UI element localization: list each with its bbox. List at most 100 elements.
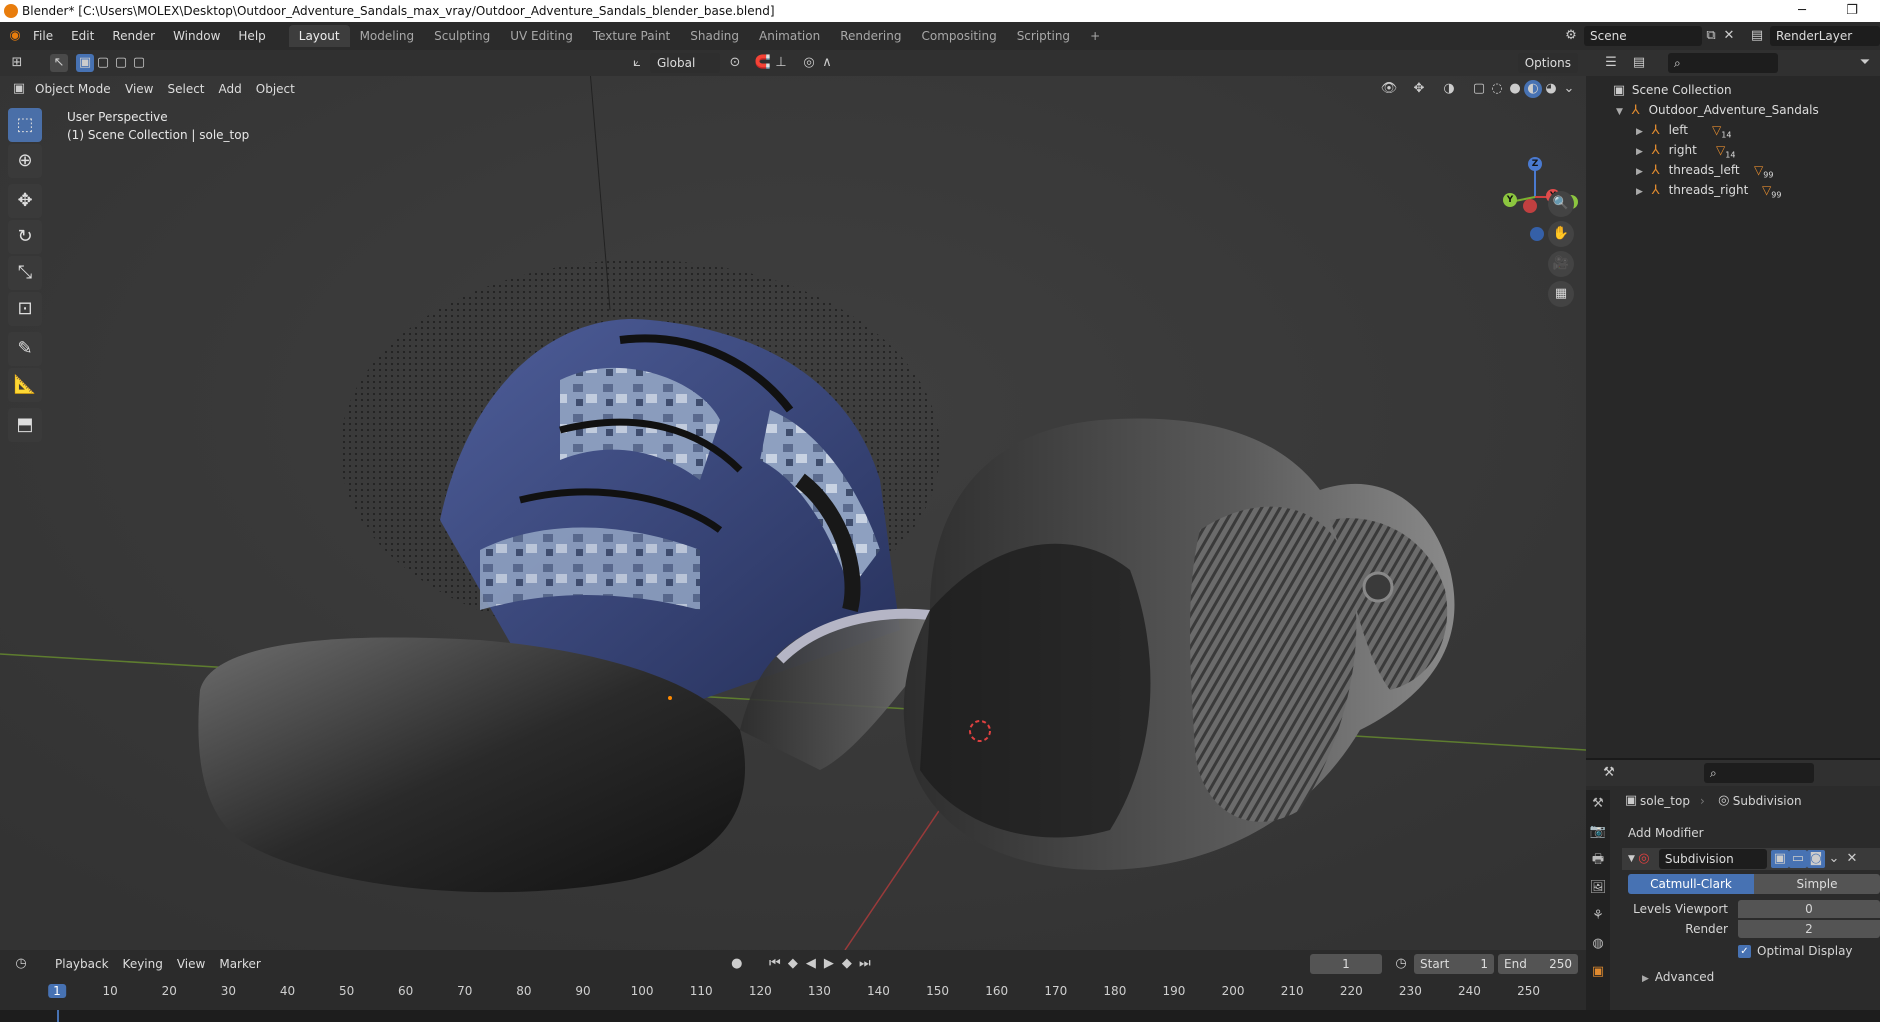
pan-hand-icon[interactable]: ✋ xyxy=(1548,221,1574,247)
measure-tool-icon[interactable]: 📐 xyxy=(8,368,42,402)
proportional-edit-icon[interactable]: ◎ xyxy=(800,54,818,72)
viewport-scene[interactable] xyxy=(0,50,1586,950)
select-tool-icon[interactable]: ↖ xyxy=(50,54,68,72)
rotate-tool-icon[interactable]: ↻ xyxy=(8,220,42,254)
3d-viewport[interactable]: ⊞ ↖ ▣ ▢ ▢ ▢ ⟀ Global ⊙ 🧲 ⊥ ◎ ∧ Options ▣… xyxy=(0,50,1586,950)
delete-scene-icon[interactable]: ✕ xyxy=(1720,27,1738,45)
next-keyframe-icon[interactable]: ◆ xyxy=(838,955,856,973)
transform-orientation-dropdown[interactable]: Global xyxy=(650,53,720,73)
snap-target-icon[interactable]: ⊥ xyxy=(772,54,790,72)
tab-modeling[interactable]: Modeling xyxy=(350,25,425,47)
move-tool-icon[interactable]: ✥ xyxy=(8,184,42,218)
frame-ruler[interactable]: 1 10 20 30 40 50 60 70 80 90 100 110 120 130 140 150 160… xyxy=(0,984,1586,1004)
timeline-editor-icon[interactable]: ◷ xyxy=(12,955,30,973)
collapse-arrow-icon[interactable]: ▶ xyxy=(1636,167,1643,177)
gizmo-neg-z-dot[interactable] xyxy=(1530,227,1544,241)
menu-window[interactable]: Window xyxy=(164,22,229,50)
gizmo-y-axis[interactable]: Y xyxy=(1503,193,1517,207)
render-tab-icon[interactable]: 📷 xyxy=(1586,818,1610,846)
xray-icon[interactable]: ▢ xyxy=(1470,80,1488,98)
outliner-item-threads-left[interactable]: ▶ ⅄ threads_left ▽99 xyxy=(1586,160,1880,180)
tab-shading[interactable]: Shading xyxy=(680,25,749,47)
jump-start-icon[interactable]: ⏮ xyxy=(766,955,784,973)
outliner-editor-icon[interactable]: ☰ xyxy=(1602,54,1620,72)
editmode-toggle-icon[interactable]: ▣ xyxy=(1770,850,1789,868)
blender-menu-icon[interactable]: ◉ xyxy=(6,27,24,45)
pivot-point-icon[interactable]: ⊙ xyxy=(726,54,744,72)
shading-rendered-icon[interactable]: ◕ xyxy=(1542,80,1560,98)
properties-search-field[interactable]: ⌕ xyxy=(1704,763,1814,783)
view-layer-icon[interactable]: ▤ xyxy=(1748,27,1766,45)
preview-range-icon[interactable]: ◷ xyxy=(1392,955,1410,973)
advanced-expand-icon[interactable]: ▶ xyxy=(1642,974,1649,984)
current-frame-field[interactable]: 1 xyxy=(1310,954,1382,974)
tool-tab-icon[interactable]: ⚒ xyxy=(1586,790,1610,818)
outliner-scene-collection[interactable]: ▣ Scene Collection xyxy=(1586,80,1880,100)
shading-options-icon[interactable]: ⌄ xyxy=(1560,80,1578,98)
mode-dropdown[interactable]: Object Mode xyxy=(28,79,118,99)
camera-view-icon[interactable]: 🎥 xyxy=(1548,251,1574,277)
remove-modifier-icon[interactable]: ✕ xyxy=(1843,850,1861,868)
expand-arrow-icon[interactable]: ▼ xyxy=(1616,107,1623,117)
properties-editor-icon[interactable]: ⚒ xyxy=(1600,764,1618,782)
outliner-collection[interactable]: ▼ ⅄ Outdoor_Adventure_Sandals xyxy=(1586,100,1880,120)
shading-wireframe-icon[interactable]: ◌ xyxy=(1488,80,1506,98)
visibility-icon[interactable]: 👁 xyxy=(1380,80,1398,98)
select-extend-icon[interactable]: ▢ xyxy=(94,54,112,72)
advanced-subpanel[interactable]: ▶ Advanced xyxy=(1642,970,1714,984)
timeline-menu-marker[interactable]: Marker xyxy=(212,954,267,974)
perspective-grid-icon[interactable]: ▦ xyxy=(1548,281,1574,307)
gizmo-z-axis[interactable]: Z xyxy=(1528,157,1542,171)
overlay-toggle-icon[interactable]: ◑ xyxy=(1440,80,1458,98)
outliner-item-left[interactable]: ▶ ⅄ left ▽14 xyxy=(1586,120,1880,140)
output-tab-icon[interactable]: 🖶 xyxy=(1586,846,1610,874)
options-dropdown[interactable]: Options xyxy=(1517,53,1578,73)
transform-tool-icon[interactable]: ⊡ xyxy=(8,292,42,326)
record-icon[interactable]: ● xyxy=(728,955,746,973)
outliner-search-field[interactable]: ⌕ xyxy=(1668,53,1778,73)
falloff-icon[interactable]: ∧ xyxy=(818,54,836,72)
timeline-menu-view[interactable]: View xyxy=(170,954,212,974)
mesh-data-icon[interactable]: ▽99 xyxy=(1762,180,1781,205)
viewport-toggle-icon[interactable]: ▭ xyxy=(1788,850,1807,868)
render-levels-field[interactable]: 2 xyxy=(1738,920,1880,938)
select-box-tool-icon[interactable]: ⬚ xyxy=(8,108,42,142)
modifier-collapse-icon[interactable]: ▼ xyxy=(1628,854,1635,864)
timeline-menu-keying[interactable]: Keying xyxy=(116,954,170,974)
prev-keyframe-icon[interactable]: ◆ xyxy=(784,955,802,973)
tab-layout[interactable]: Layout xyxy=(288,25,350,47)
play-reverse-icon[interactable]: ◀ xyxy=(802,955,820,973)
modifier-menu-icon[interactable]: ⌄ xyxy=(1825,850,1843,868)
tab-scripting[interactable]: Scripting xyxy=(1007,25,1080,47)
menu-edit[interactable]: Edit xyxy=(62,22,103,50)
collapse-arrow-icon[interactable]: ▶ xyxy=(1636,187,1643,197)
viewport-menu-select[interactable]: Select xyxy=(160,79,211,99)
select-intersect-icon[interactable]: ▢ xyxy=(130,54,148,72)
viewport-menu-view[interactable]: View xyxy=(118,79,160,99)
select-subtract-icon[interactable]: ▢ xyxy=(112,54,130,72)
scale-tool-icon[interactable]: ⤡ xyxy=(8,256,42,290)
menu-file[interactable]: File xyxy=(24,22,62,50)
scene-icon[interactable]: ⚙ xyxy=(1562,27,1580,45)
modifier-name-field[interactable]: Subdivision xyxy=(1658,849,1767,869)
simple-button[interactable]: Simple xyxy=(1754,874,1880,894)
view-layer-field[interactable]: RenderLayer xyxy=(1770,26,1880,46)
new-scene-icon[interactable]: ⧉ xyxy=(1702,27,1720,45)
snap-icon[interactable]: 🧲 xyxy=(754,54,772,72)
menu-help[interactable]: Help xyxy=(229,22,274,50)
levels-viewport-field[interactable]: 0 xyxy=(1738,900,1880,918)
current-frame-indicator[interactable]: 1 xyxy=(48,984,66,998)
tab-rendering[interactable]: Rendering xyxy=(830,25,911,47)
outliner-item-threads-right[interactable]: ▶ ⅄ threads_right ▽99 xyxy=(1586,180,1880,200)
tab-compositing[interactable]: Compositing xyxy=(911,25,1006,47)
minimize-button[interactable]: ─ xyxy=(1780,0,1824,22)
transform-orientation-icon[interactable]: ⟀ xyxy=(628,54,646,72)
end-frame-field[interactable]: End 250 xyxy=(1498,954,1578,974)
select-new-icon[interactable]: ▣ xyxy=(76,54,94,72)
filter-icon[interactable]: ⏷ xyxy=(1856,54,1874,72)
collapse-arrow-icon[interactable]: ▶ xyxy=(1636,127,1643,137)
add-modifier-button[interactable]: Add Modifier xyxy=(1628,826,1704,840)
add-workspace-button[interactable]: + xyxy=(1080,25,1110,47)
scene-tab-icon[interactable]: ⚘ xyxy=(1586,902,1610,930)
render-toggle-icon[interactable]: ◙ xyxy=(1806,850,1825,868)
